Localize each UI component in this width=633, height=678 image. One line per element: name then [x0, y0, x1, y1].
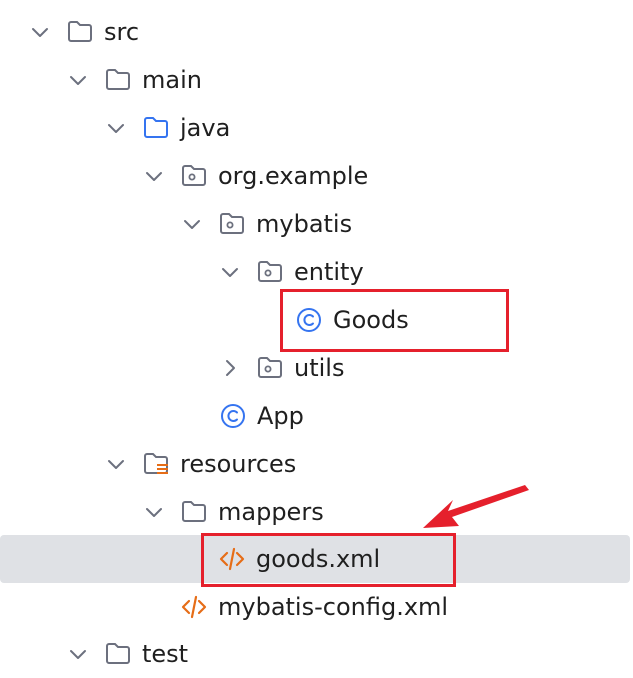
tree-item-label: test: [142, 640, 189, 668]
tree-item-label: main: [142, 66, 202, 94]
source-folder-icon: [144, 117, 168, 138]
tree-item-label: org.example: [218, 162, 369, 190]
package-icon: [258, 261, 282, 282]
xml-file-icon: [181, 595, 207, 619]
tree-item-main[interactable]: main: [0, 56, 630, 104]
chevron-down-icon[interactable]: [68, 644, 88, 664]
chevron-down-icon[interactable]: [106, 454, 126, 474]
tree-item-label: src: [104, 18, 140, 46]
tree-item-label: mappers: [218, 498, 324, 526]
tree-item-test[interactable]: test: [0, 630, 630, 678]
chevron-down-icon[interactable]: [106, 118, 126, 138]
chevron-down-icon[interactable]: [144, 502, 164, 522]
tree-item-app[interactable]: App: [0, 392, 630, 440]
annotation-box-goods-xml: [201, 533, 456, 587]
folder-icon: [106, 643, 130, 664]
tree-item-label: java: [180, 114, 231, 142]
package-icon: [182, 165, 206, 186]
chevron-down-icon[interactable]: [30, 22, 50, 42]
tree-item-label: resources: [180, 450, 297, 478]
class-icon: [221, 404, 245, 428]
tree-item-src[interactable]: src: [0, 8, 630, 56]
package-icon: [258, 357, 282, 378]
annotation-box-goods: [280, 289, 509, 352]
tree-item-label: mybatis-config.xml: [218, 593, 449, 621]
project-tree: src main java org.example mybatis entity…: [0, 0, 633, 668]
chevron-down-icon[interactable]: [144, 166, 164, 186]
chevron-down-icon[interactable]: [220, 262, 240, 282]
chevron-right-icon[interactable]: [220, 358, 240, 378]
annotation-arrow: [423, 485, 529, 528]
resources-folder-icon: [144, 453, 168, 474]
tree-item-org-example[interactable]: org.example: [0, 152, 630, 200]
tree-item-label: mybatis: [256, 210, 353, 238]
package-icon: [220, 213, 244, 234]
folder-icon: [68, 21, 92, 42]
folder-icon: [106, 69, 130, 90]
tree-item-mybatis-config-xml[interactable]: mybatis-config.xml: [0, 583, 630, 631]
tree-item-mappers[interactable]: mappers: [0, 488, 630, 536]
tree-item-mybatis[interactable]: mybatis: [0, 200, 630, 248]
tree-item-label: App: [257, 402, 304, 430]
tree-item-resources[interactable]: resources: [0, 440, 630, 488]
chevron-down-icon[interactable]: [182, 214, 202, 234]
tree-item-java[interactable]: java: [0, 104, 630, 152]
folder-icon: [182, 501, 206, 522]
chevron-down-icon[interactable]: [68, 70, 88, 90]
